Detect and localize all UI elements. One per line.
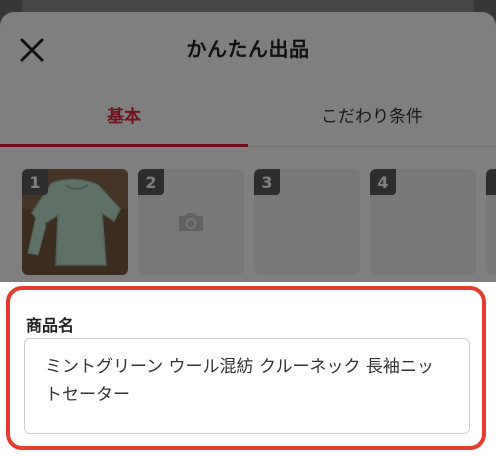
photo-slot-number: 3: [254, 169, 280, 195]
tab-basic-label: 基本: [107, 106, 141, 127]
product-name-section: 商品名 ミントグリーン ウール混紡 クルーネック 長袖ニットセーター: [6, 286, 486, 450]
photo-slot-4[interactable]: 4: [370, 169, 476, 275]
tab-details[interactable]: こだわり条件: [248, 82, 496, 146]
product-name-field[interactable]: ミントグリーン ウール混紡 クルーネック 長袖ニットセーター: [24, 338, 470, 434]
photo-slot-number: [486, 169, 496, 195]
photo-slot-number: 1: [22, 169, 48, 195]
close-icon: [20, 38, 44, 62]
photo-slot-number: 2: [138, 169, 164, 195]
tab-basic[interactable]: 基本: [0, 82, 248, 147]
page-title: かんたん出品: [186, 36, 310, 61]
sheet-header: かんたん出品: [0, 12, 496, 82]
product-name-label: 商品名: [26, 316, 75, 335]
photo-slot-2[interactable]: 2: [138, 169, 244, 275]
photo-slot-3[interactable]: 3: [254, 169, 360, 275]
camera-icon: [179, 213, 203, 231]
tab-bar: 基本 こだわり条件: [0, 82, 496, 147]
photo-slot-5[interactable]: [486, 169, 496, 275]
tab-details-label: こだわり条件: [321, 106, 423, 127]
photo-slots: 1 2 3 4: [0, 147, 496, 277]
screen: かんたん出品 基本 こだわり条件 1 2 3 4 商品名 ミントグリーン ウール…: [0, 0, 496, 456]
photo-slot-1[interactable]: 1: [22, 169, 128, 275]
photo-slot-number: 4: [370, 169, 396, 195]
close-button[interactable]: [14, 32, 50, 68]
